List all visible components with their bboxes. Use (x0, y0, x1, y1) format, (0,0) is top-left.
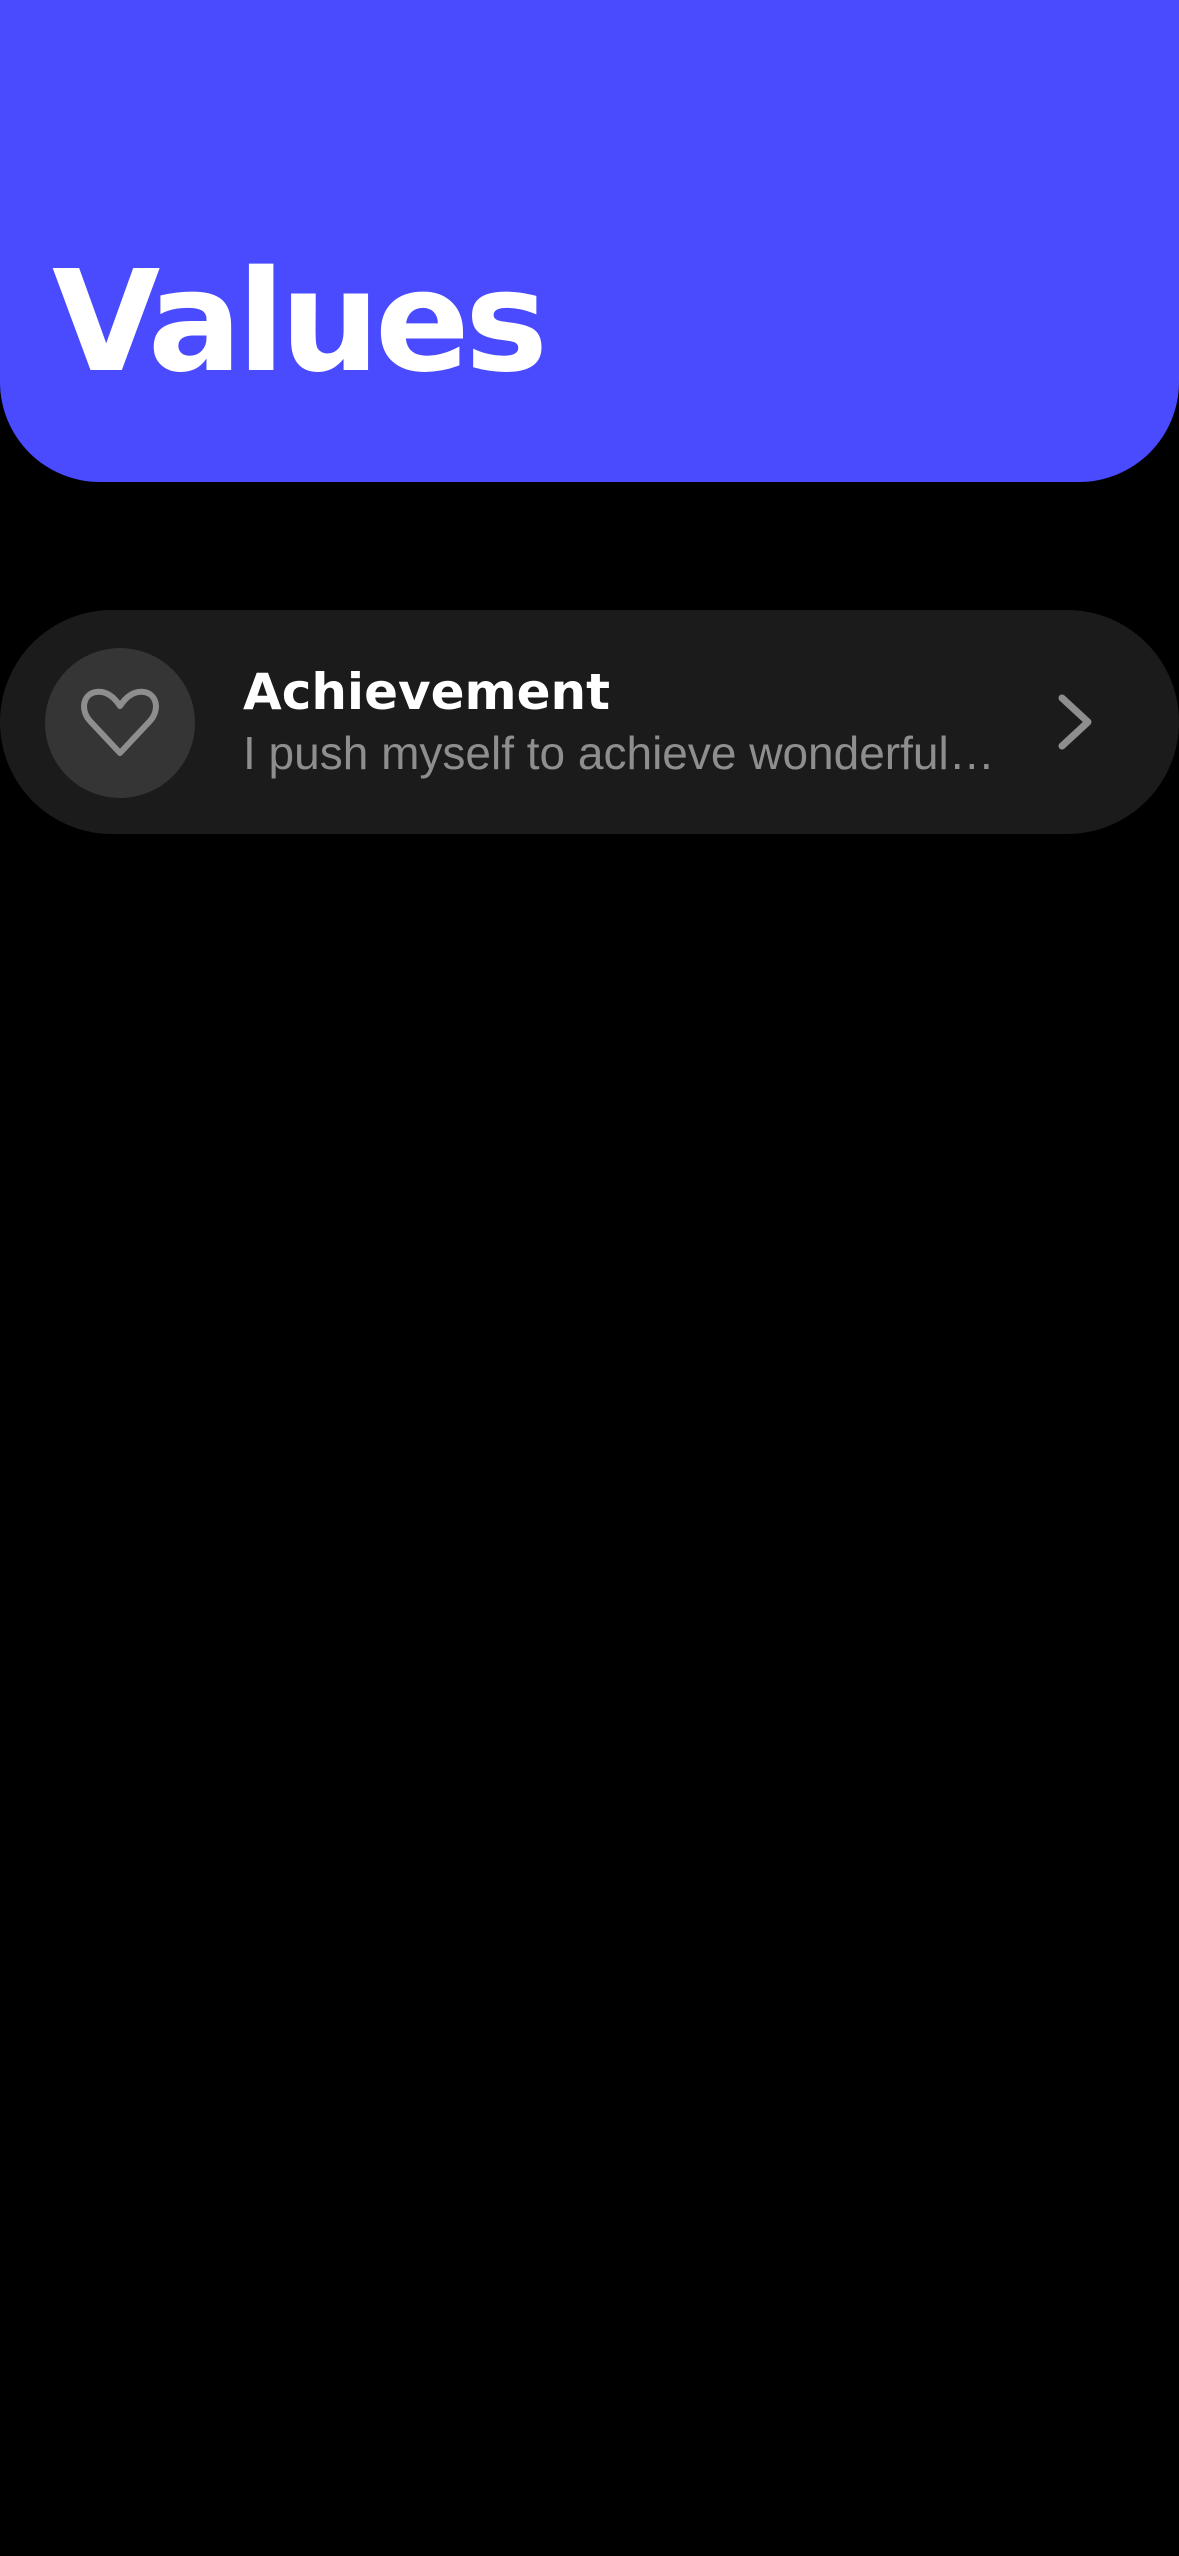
header: Values (0, 0, 1179, 482)
value-title: Achievement (243, 663, 610, 721)
value-description: I push myself to achieve wonderful thing… (243, 727, 1003, 779)
page-title: Values (52, 241, 548, 404)
chevron-right-icon[interactable] (1050, 692, 1100, 752)
heart-icon (81, 688, 159, 756)
value-text: Achievement I push myself to achieve won… (243, 662, 1023, 782)
heart-icon-circle (45, 648, 195, 798)
value-list-item[interactable]: Achievement I push myself to achieve won… (0, 610, 1179, 834)
